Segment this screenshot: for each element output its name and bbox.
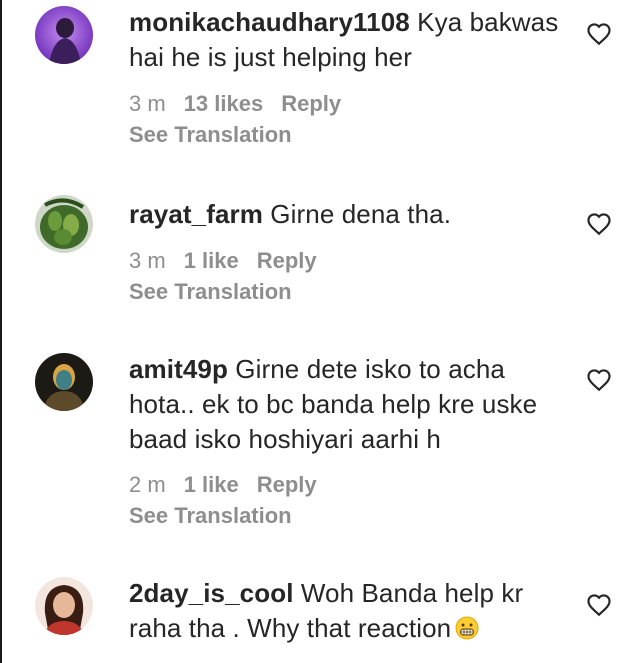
avatar[interactable] xyxy=(35,577,93,635)
heart-icon[interactable] xyxy=(586,211,612,237)
comment-text: monikachaudhary1108 Kya bakwas hai he is… xyxy=(129,5,569,75)
comment-text: rayat_farm Girne dena tha. xyxy=(129,197,569,232)
comment-time: 3 m xyxy=(129,91,166,116)
reply-button[interactable]: Reply xyxy=(257,248,317,273)
grimacing-face-emoji xyxy=(455,616,479,640)
comment-username[interactable]: monikachaudhary1108 xyxy=(129,7,410,37)
comment-meta: 3 m 13 likes Reply xyxy=(129,90,359,118)
comment-text: 2day_is_cool Woh Banda help kr raha tha … xyxy=(129,576,569,646)
comment-text: amit49p Girne dete isko to acha hota.. e… xyxy=(129,352,569,457)
see-translation-link[interactable]: See Translation xyxy=(129,121,292,149)
comment-time: 2 m xyxy=(129,472,166,497)
comment-username[interactable]: amit49p xyxy=(129,354,228,384)
window-edge xyxy=(0,0,2,663)
heart-icon[interactable] xyxy=(586,367,612,393)
see-translation-link[interactable]: See Translation xyxy=(129,278,292,306)
comment-meta: 3 m 1 like Reply xyxy=(129,247,335,275)
reply-button[interactable]: Reply xyxy=(281,91,341,116)
avatar[interactable] xyxy=(35,353,93,411)
comment-likes[interactable]: 13 likes xyxy=(184,91,264,116)
comment-body: Girne dena tha. xyxy=(262,199,452,229)
avatar[interactable] xyxy=(35,195,93,253)
comment-time: 3 m xyxy=(129,248,166,273)
reply-button[interactable]: Reply xyxy=(257,472,317,497)
comment-meta: 2 m 1 like Reply xyxy=(129,471,335,499)
comment-username[interactable]: 2day_is_cool xyxy=(129,578,294,608)
heart-icon[interactable] xyxy=(586,21,612,47)
comment-likes[interactable]: 1 like xyxy=(184,472,239,497)
heart-icon[interactable] xyxy=(586,592,612,618)
comment-username[interactable]: rayat_farm xyxy=(129,199,263,229)
avatar[interactable] xyxy=(35,6,93,64)
comment-likes[interactable]: 1 like xyxy=(184,248,239,273)
see-translation-link[interactable]: See Translation xyxy=(129,502,292,530)
